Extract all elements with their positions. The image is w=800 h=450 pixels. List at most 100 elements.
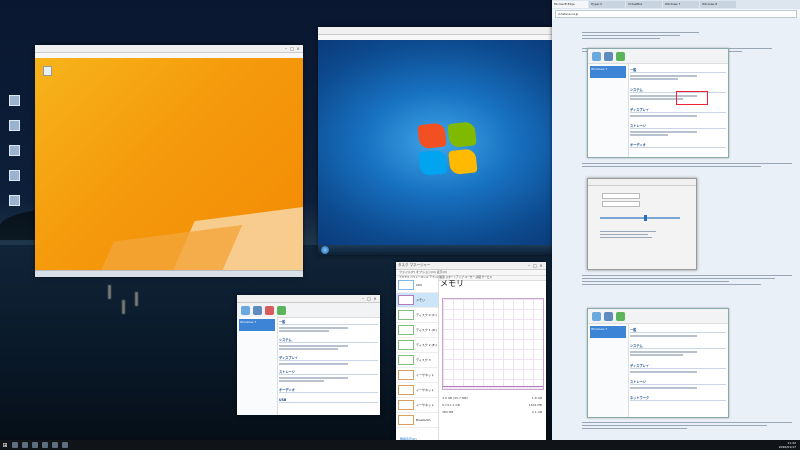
settings-icon[interactable] (253, 305, 262, 315)
section-title: システム (630, 343, 726, 349)
resource-cpu[interactable]: CPU (396, 278, 438, 293)
vm-list-item: Windows 7 (590, 66, 626, 78)
slider-thumb (644, 215, 647, 221)
app-icon (8, 170, 20, 181)
section-title: 一般 (630, 327, 726, 333)
start-button-icon[interactable]: ⊞ (0, 440, 10, 450)
virtualbox-manager-window[interactable]: – □ × Windows 7 一般 システム ディスプレイ ストレージ オーデ… (237, 295, 380, 415)
clock-date: 2016/01/17 (778, 445, 796, 449)
stat-paged: 380 MB (442, 410, 454, 414)
resource-bluetooth[interactable]: Bluetooth (396, 413, 438, 428)
text-block (582, 273, 792, 287)
title-bar[interactable]: – □ × (35, 45, 303, 53)
recycle-bin-icon[interactable] (43, 66, 52, 76)
section-title: ストレージ (630, 379, 726, 385)
stat-nonpaged: 2.1 GB (531, 410, 542, 414)
browser-icon[interactable] (42, 442, 48, 448)
desktop-icon[interactable] (4, 170, 24, 182)
memory-usage-fill (443, 386, 543, 389)
new-vm-icon[interactable] (241, 305, 250, 315)
discard-icon[interactable] (265, 305, 274, 315)
title-bar[interactable]: – □ × (237, 295, 380, 303)
section-title: ネットワーク (630, 395, 726, 401)
resource-list[interactable]: CPU メモリ ディスク 0 (C:) ディスク 1 (D:) ディスク 2 (… (396, 278, 439, 443)
tab-5[interactable]: Windows 8 (700, 1, 736, 8)
settings-icon (604, 51, 613, 61)
file-icon (8, 120, 20, 131)
folder-icon (8, 95, 20, 106)
light-reflection (108, 285, 111, 299)
section-title: 一般 (630, 67, 726, 73)
start-icon (616, 51, 625, 61)
windows7-desktop[interactable] (318, 40, 586, 245)
section-title: ストレージ (630, 123, 726, 129)
tab-3[interactable]: VirtualBox (626, 1, 662, 8)
resource-ethernet[interactable]: イーサネット (396, 383, 438, 398)
explorer-icon[interactable] (32, 442, 38, 448)
windows8-vm-window[interactable]: – □ × (35, 45, 303, 277)
tab-strip[interactable]: Microsoft Edge Hyper-V VirtualBox Window… (552, 0, 800, 9)
dropdown (602, 201, 640, 207)
text-block (582, 161, 792, 169)
memory-usage-graph (442, 298, 544, 390)
stat-available: 1.8 GB (531, 396, 542, 400)
close-icon[interactable]: × (538, 263, 544, 268)
clock[interactable]: 11:32 2016/01/17 (779, 441, 796, 449)
dropdown (602, 193, 640, 199)
section-storage: ストレージ (279, 369, 378, 375)
tab-2[interactable]: Hyper-V (589, 1, 625, 8)
task-manager-window[interactable]: タスク マネージャー – □ × ファイル(F) オプション(O) 表示(V) … (396, 262, 546, 443)
desktop-icon[interactable] (4, 195, 24, 207)
title-bar[interactable]: – □ × (318, 27, 586, 35)
tab-1[interactable]: Microsoft Edge (552, 1, 588, 8)
new-icon (592, 311, 601, 321)
title-bar[interactable]: タスク マネージャー – □ × (396, 262, 546, 270)
text-block (582, 30, 712, 41)
detail-heading: メモリ (440, 279, 464, 288)
resource-ethernet[interactable]: イーサネット (396, 398, 438, 413)
desktop-icon[interactable] (4, 145, 24, 157)
start-icon[interactable] (277, 305, 286, 315)
address-bar[interactable]: d.hatena.ne.jp (555, 10, 797, 18)
taskview-icon[interactable] (22, 442, 28, 448)
resource-disk0[interactable]: ディスク 0 (C:) (396, 308, 438, 323)
stat-committed: 9.7/11.1 GB (442, 403, 460, 407)
resource-disk2[interactable]: ディスク 2 (E:) (396, 338, 438, 353)
resource-disk1[interactable]: ディスク 1 (D:) (396, 323, 438, 338)
title-bar (588, 179, 696, 186)
host-taskbar[interactable]: ⊞ 11:32 2016/01/17 (0, 440, 800, 450)
resource-disk3[interactable]: ディスク 3 (396, 353, 438, 368)
new-icon (592, 51, 601, 61)
section-title: オーディオ (630, 142, 726, 148)
light-reflection (135, 292, 138, 306)
vm-taskbar[interactable] (35, 270, 303, 277)
virtualbox-icon[interactable] (52, 442, 58, 448)
vm-taskbar[interactable] (318, 245, 586, 255)
stat-in-use: 4.9 GB (95.7 MB) (442, 396, 468, 400)
resource-ethernet[interactable]: イーサネット (396, 368, 438, 383)
windows7-vm-window[interactable]: – □ × (318, 27, 586, 255)
browser-window[interactable]: Microsoft Edge Hyper-V VirtualBox Window… (552, 0, 800, 440)
light-reflection (122, 300, 125, 314)
close-icon[interactable]: × (372, 296, 378, 301)
close-icon[interactable]: × (295, 46, 301, 51)
vbox-screenshot: Windows 7 一般 システム ディスプレイ ストレージ ネットワーク (587, 308, 729, 418)
desktop-icon[interactable] (4, 95, 24, 107)
resource-memory[interactable]: メモリ (396, 293, 438, 308)
taskmanager-icon[interactable] (62, 442, 68, 448)
windows8-desktop[interactable] (35, 58, 303, 270)
app-icon (8, 145, 20, 156)
start-orb-icon[interactable] (321, 246, 329, 254)
search-icon[interactable] (12, 442, 18, 448)
stat-cached: 1603 MB (528, 403, 542, 407)
text-block (582, 420, 792, 431)
resource-detail: メモリ 4.9 GB (95.7 MB) 1.8 GB 9.7/11.1 GB 16… (440, 278, 544, 443)
memory-slider (600, 217, 680, 219)
desktop-icon[interactable] (4, 120, 24, 132)
section-audio: オーディオ (279, 387, 378, 393)
section-title: ディスプレイ (630, 363, 726, 369)
tab-4[interactable]: Windows 7 (663, 1, 699, 8)
vm-list-item[interactable]: Windows 7 (239, 319, 275, 331)
memory-stats: 4.9 GB (95.7 MB) 1.8 GB 9.7/11.1 GB 1603 M… (442, 396, 542, 414)
vbox-toolbar[interactable] (237, 303, 380, 318)
